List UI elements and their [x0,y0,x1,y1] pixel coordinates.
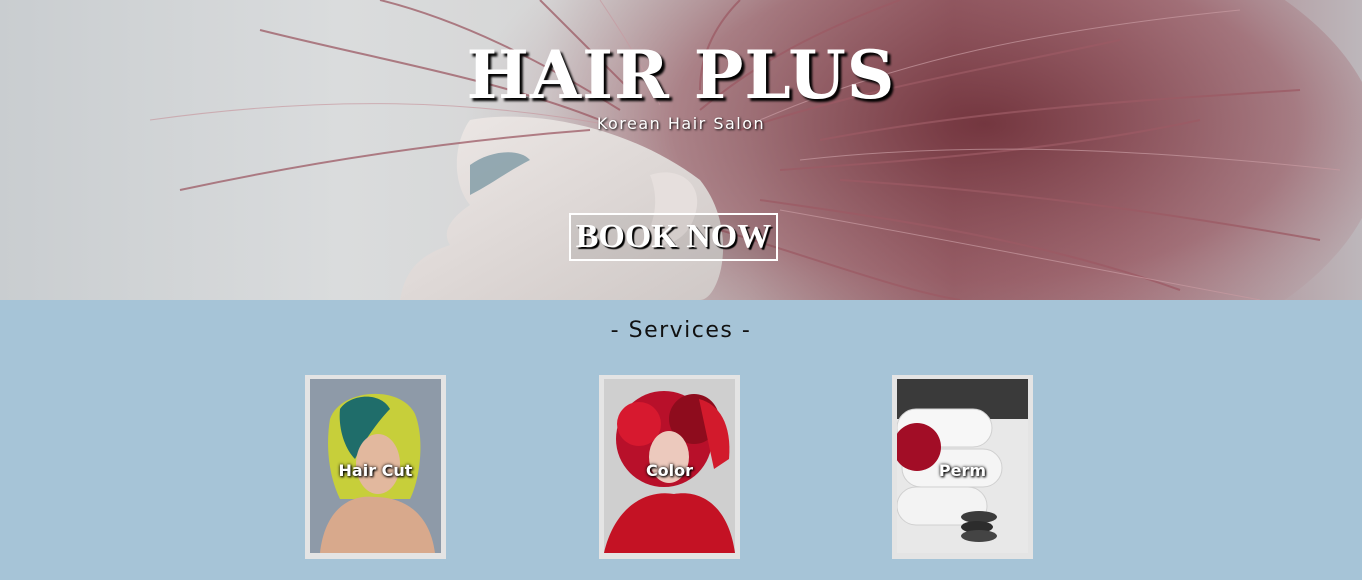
hair-cut-image: Hair Cut [310,379,441,553]
service-card-perm[interactable]: Perm [892,375,1033,559]
color-image: Color [604,379,735,553]
service-card-hair-cut[interactable]: Hair Cut [305,375,446,559]
site-subtitle: Korean Hair Salon [596,114,766,133]
book-now-button[interactable]: BOOK NOW [569,213,778,261]
site-title: HAIR PLUS [466,36,896,114]
hair-cut-label: Hair Cut [338,461,413,480]
perm-image: Perm [897,379,1028,553]
services-heading: - Services - [610,318,752,343]
perm-label: Perm [938,461,987,480]
color-label: Color [645,461,694,480]
service-card-color[interactable]: Color [599,375,740,559]
hero-banner: HAIR PLUS Korean Hair Salon BOOK NOW [0,0,1362,300]
